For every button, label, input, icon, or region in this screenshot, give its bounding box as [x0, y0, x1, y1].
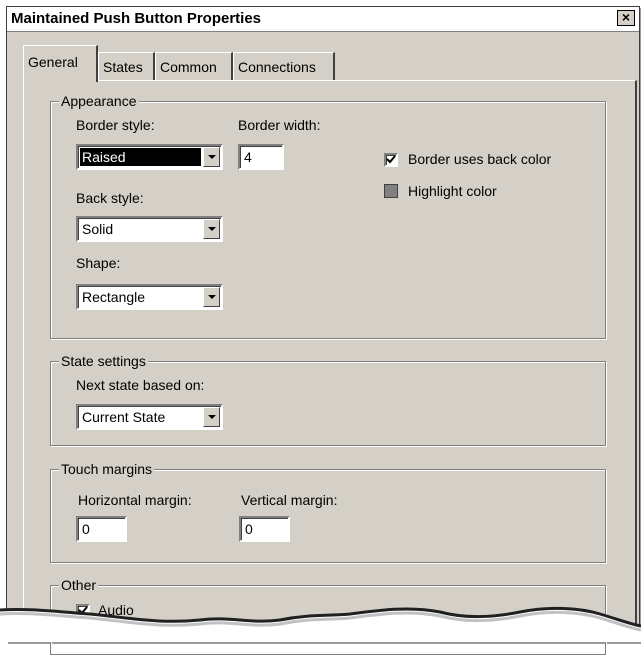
chevron-down-icon[interactable]	[203, 219, 220, 239]
shape-label: Shape:	[76, 255, 121, 271]
border-style-select[interactable]: Raised	[76, 144, 223, 170]
properties-dialog: Maintained Push Button Properties × Gene…	[6, 6, 640, 655]
border-width-label: Border width:	[238, 117, 321, 133]
highlight-color-label[interactable]: Highlight color	[408, 183, 497, 199]
next-state-select[interactable]: Current State	[76, 404, 223, 430]
state-settings-group: State settings Next state based on: Curr…	[50, 353, 606, 446]
chevron-down-icon[interactable]	[203, 147, 220, 167]
chevron-down-icon[interactable]	[203, 287, 220, 307]
highlight-color-swatch[interactable]	[384, 184, 398, 198]
tab-general[interactable]: General	[23, 45, 98, 82]
appearance-legend: Appearance	[59, 93, 139, 109]
appearance-group: Appearance Border style: Raised Border w…	[50, 93, 606, 339]
vertical-margin-label: Vertical margin:	[241, 492, 338, 508]
tab-common[interactable]: Common	[155, 52, 233, 80]
general-tab-panel: Appearance Border style: Raised Border w…	[23, 80, 637, 655]
horizontal-margin-input[interactable]: 0	[76, 516, 127, 542]
checkmark-icon	[386, 155, 396, 164]
border-style-value: Raised	[80, 148, 201, 166]
border-width-value: 4	[244, 149, 252, 165]
border-uses-back-color-checkbox[interactable]	[384, 153, 398, 167]
state-settings-legend: State settings	[59, 353, 148, 369]
border-uses-back-color-label[interactable]: Border uses back color	[408, 151, 551, 167]
dialog-title: Maintained Push Button Properties	[11, 10, 262, 27]
next-state-label: Next state based on:	[76, 377, 205, 393]
next-state-value: Current State	[82, 409, 166, 425]
torn-edge-decoration	[0, 606, 641, 642]
vertical-margin-value: 0	[245, 521, 253, 537]
back-style-select[interactable]: Solid	[76, 216, 223, 242]
horizontal-margin-label: Horizontal margin:	[78, 492, 192, 508]
back-style-label: Back style:	[76, 190, 144, 206]
close-button[interactable]: ×	[617, 10, 635, 26]
touch-margins-group: Touch margins Horizontal margin: 0 Verti…	[50, 461, 606, 563]
shape-select[interactable]: Rectangle	[76, 284, 223, 310]
back-style-value: Solid	[82, 221, 114, 237]
shape-value: Rectangle	[82, 289, 146, 305]
vertical-margin-input[interactable]: 0	[239, 516, 290, 542]
horizontal-margin-value: 0	[82, 521, 90, 537]
title-bar[interactable]: Maintained Push Button Properties ×	[7, 7, 639, 32]
tab-states[interactable]: States	[98, 52, 155, 80]
tab-connections[interactable]: Connections	[233, 52, 335, 80]
border-width-input[interactable]: 4	[238, 144, 284, 170]
border-style-label: Border style:	[76, 117, 155, 133]
chevron-down-icon[interactable]	[203, 407, 220, 427]
touch-margins-legend: Touch margins	[59, 461, 155, 477]
